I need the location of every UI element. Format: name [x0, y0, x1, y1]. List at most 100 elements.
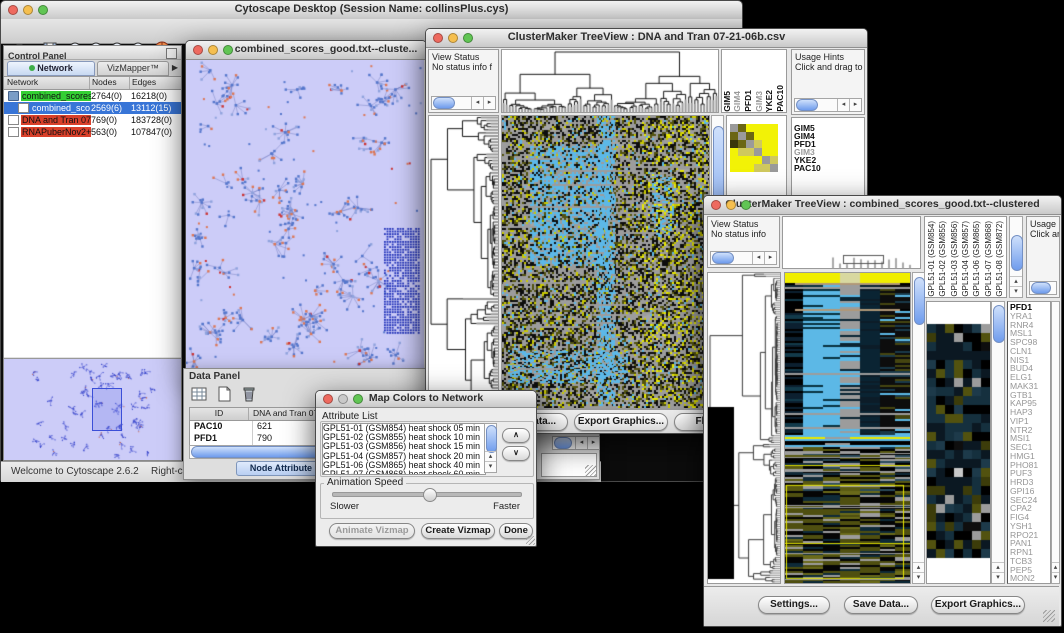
matrix-cell[interactable] — [754, 148, 762, 156]
attribute-listbox[interactable]: GPL51-01 (GSM854) heat shock 05 minGPL51… — [322, 423, 486, 475]
zoom-button[interactable] — [741, 200, 751, 210]
close-button[interactable] — [193, 45, 203, 55]
scrollbar-thumb[interactable] — [1031, 282, 1051, 294]
matrix-cell[interactable] — [770, 164, 778, 172]
settings-button[interactable]: Settings... — [758, 596, 830, 614]
column-dendrogram[interactable] — [501, 49, 719, 113]
column-label[interactable]: YKE2 — [765, 90, 774, 112]
matrix-cell[interactable] — [754, 132, 762, 140]
column-label[interactable]: GPL51-08 (GSM872) — [995, 221, 1004, 297]
detail-vscroll[interactable]: ▴ ▾ — [991, 301, 1005, 584]
matrix-cell[interactable] — [730, 156, 738, 164]
scroll-right-icon[interactable]: ▸ — [849, 99, 861, 111]
scrollbar-thumb[interactable] — [1011, 235, 1023, 271]
resize-grip[interactable] — [1043, 610, 1055, 622]
matrix-cell[interactable] — [738, 156, 746, 164]
column-labels-panel[interactable]: GPL51-01 (GSM854)GPL51-02 (GSM855) GPL51-… — [924, 216, 1007, 298]
matrix-cell[interactable] — [746, 148, 754, 156]
scrollbar-thumb[interactable] — [554, 437, 572, 449]
column-label[interactable]: GPL51-02 (GSM855) — [938, 221, 947, 297]
matrix-cell[interactable] — [746, 140, 754, 148]
datapanel-col-id[interactable]: ID — [190, 408, 249, 420]
scroll-right-icon[interactable]: ▸ — [483, 97, 495, 109]
tab-network[interactable]: Network — [7, 61, 95, 76]
usage-hints-hscroll[interactable]: ◂▸ — [794, 98, 862, 112]
heatmap-main[interactable] — [501, 115, 710, 409]
move-up-button[interactable]: ∧ — [502, 428, 530, 443]
column-label[interactable]: GPL51-06 (GSM865) — [972, 221, 981, 297]
matrix-cell[interactable] — [770, 140, 778, 148]
close-button[interactable] — [8, 5, 18, 15]
minimize-button[interactable] — [208, 45, 218, 55]
scrollbar-thumb[interactable] — [433, 97, 455, 109]
zoom-button[interactable] — [223, 45, 233, 55]
detail-zoom-panel[interactable] — [926, 301, 991, 584]
matrix-cell[interactable] — [738, 164, 746, 172]
resize-grip[interactable] — [526, 536, 535, 545]
matrix-cell[interactable] — [730, 148, 738, 156]
matrix-cell[interactable] — [730, 140, 738, 148]
matrix-cell[interactable] — [754, 124, 762, 132]
matrix-cell[interactable] — [730, 164, 738, 172]
network-list-item[interactable]: combined_sco2569(6)13112(15) — [4, 102, 181, 114]
datapanel-right-hscroll[interactable]: ◂▸ — [552, 436, 600, 450]
scroll-left-icon[interactable]: ◂ — [752, 252, 764, 264]
col-header-edges[interactable]: Edges — [130, 77, 181, 89]
matrix-cell[interactable] — [746, 156, 754, 164]
attribute-list-vscroll[interactable]: ▴ ▾ — [484, 423, 497, 473]
map-colors-titlebar[interactable]: Map Colors to Network — [316, 391, 536, 408]
row-label[interactable]: PAC10 — [794, 164, 864, 172]
view-status-hscroll[interactable]: ◂▸ — [710, 251, 777, 265]
row-dendrogram[interactable] — [707, 272, 781, 584]
matrix-cell[interactable] — [770, 148, 778, 156]
scroll-right-icon[interactable]: ▸ — [764, 252, 776, 264]
matrix-cell[interactable] — [746, 132, 754, 140]
cytoscape-titlebar[interactable]: Cytoscape Desktop (Session Name: collins… — [1, 1, 742, 20]
network-overview[interactable] — [4, 358, 181, 461]
matrix-cell[interactable] — [762, 164, 770, 172]
column-label[interactable]: GPL51-07 (GSM868) — [984, 221, 993, 297]
scrollbar-thumb[interactable] — [712, 252, 734, 264]
close-button[interactable] — [323, 394, 333, 404]
matrix-cell[interactable] — [730, 132, 738, 140]
network-list-item[interactable]: DNA and Tran 07769(0)183728(0) — [4, 114, 181, 126]
new-attribute-icon[interactable] — [215, 385, 233, 403]
scroll-right-icon[interactable]: ▸ — [587, 437, 599, 449]
move-down-button[interactable]: ∨ — [502, 446, 530, 461]
matrix-cell[interactable] — [746, 164, 754, 172]
close-button[interactable] — [711, 200, 721, 210]
matrix-cell[interactable] — [770, 124, 778, 132]
animation-speed-slider[interactable] — [332, 492, 522, 497]
column-label[interactable]: GPL51-01 (GSM854) — [927, 221, 936, 297]
heatmap-main[interactable] — [784, 272, 911, 584]
overview-selection-rect[interactable] — [92, 388, 122, 431]
matrix-cell[interactable] — [754, 164, 762, 172]
scroll-down-icon[interactable]: ▾ — [1010, 286, 1022, 297]
export-graphics-button[interactable]: Export Graphics... — [931, 596, 1025, 614]
scroll-down-icon[interactable]: ▾ — [485, 461, 496, 472]
scroll-down-icon[interactable]: ▾ — [992, 572, 1004, 583]
matrix-cell[interactable] — [730, 124, 738, 132]
scroll-left-icon[interactable]: ◂ — [575, 437, 587, 449]
zoom-button[interactable] — [353, 394, 363, 404]
save-data-button[interactable]: Save Data... — [844, 596, 918, 614]
col-header-network[interactable]: Network — [4, 77, 90, 89]
network-view-titlebar[interactable]: combined_scores_good.txt--cluste... — [186, 41, 426, 60]
scroll-down-icon[interactable]: ▾ — [913, 572, 924, 583]
network-list-item[interactable]: combined_scores2764(0)16218(0) — [4, 90, 181, 102]
scroll-left-icon[interactable]: ◂ — [471, 97, 483, 109]
scroll-left-icon[interactable]: ◂ — [837, 99, 849, 111]
column-labels-vscroll[interactable]: ▴ ▾ — [1009, 216, 1023, 298]
column-label[interactable]: PAC10 — [776, 85, 785, 112]
minimize-button[interactable] — [448, 33, 458, 43]
matrix-cell[interactable] — [738, 132, 746, 140]
scroll-down-icon[interactable]: ▾ — [1052, 572, 1059, 583]
col-header-nodes[interactable]: Nodes — [90, 77, 130, 89]
create-vizmap-button[interactable]: Create Vizmap — [421, 523, 495, 539]
resize-grip[interactable] — [585, 465, 597, 477]
view-status-hscroll[interactable]: ◂▸ — [431, 96, 496, 110]
matrix-cell[interactable] — [754, 156, 762, 164]
attribute-list-item[interactable]: GPL51-07 (GSM868) heat shock 60 min — [323, 470, 485, 475]
matrix-cell[interactable] — [770, 156, 778, 164]
matrix-cell[interactable] — [762, 124, 770, 132]
